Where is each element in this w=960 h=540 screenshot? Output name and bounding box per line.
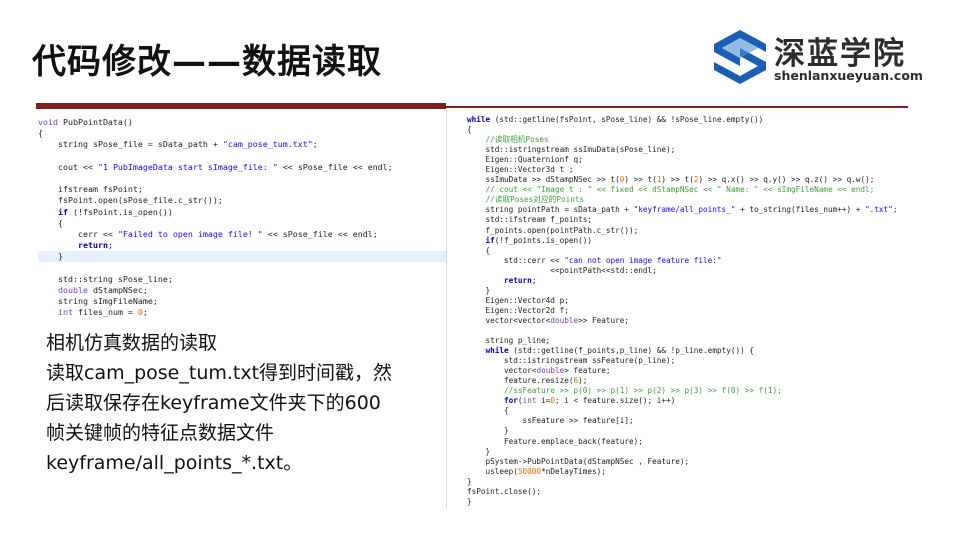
- left-code-line: string sPose_file = sData_path + "cam_po…: [38, 139, 318, 150]
- left-code-line: [38, 262, 446, 273]
- right-code-line: vector<double> feature;: [467, 366, 611, 376]
- right-code-line: std::istringstream ssFeature(p_line);: [467, 356, 676, 366]
- left-code-line: [38, 173, 446, 184]
- left-code-line: [38, 151, 446, 162]
- right-code-line: }: [467, 285, 491, 295]
- right-code-line: Feature.emplace_back(feature);: [467, 436, 643, 446]
- right-code-line: // cout << "Image t : " << fixed << dSta…: [485, 185, 875, 195]
- right-code-line: f_points.open(pointPath.c_str());: [467, 225, 639, 235]
- right-code-line: return;: [504, 275, 537, 285]
- left-code-line: fsPoint.open(sPose_file.c_str());: [38, 195, 223, 206]
- left-code-line: }: [38, 251, 446, 263]
- left-code-line: return;: [77, 240, 113, 251]
- slide-title: 代码修改——数据读取: [32, 42, 382, 82]
- left-code-line: ifstream fsPoint;: [38, 184, 143, 195]
- right-code-line: pSystem->PubPointData(dStampNSec , Featu…: [467, 456, 690, 466]
- right-code-line: }: [467, 446, 491, 456]
- right-code-line: if(!f_points.is_open()): [485, 235, 592, 245]
- left-code-line: cerr << "Failed to open image file! " <<…: [38, 228, 378, 239]
- right-code-line: Eigen::Vector2d f;: [467, 305, 569, 315]
- description-line: 相机仿真数据的读取: [46, 332, 218, 354]
- description-line: 后读取保存在keyframe文件夹下的600: [46, 392, 381, 414]
- right-code-line: std::cerr << "can not open image feature…: [467, 255, 722, 265]
- right-code-line: {: [467, 245, 491, 255]
- logo: 深蓝学院 shenlanxueyuan.com: [712, 28, 923, 90]
- header-divider: [36, 103, 908, 109]
- right-code-line: [467, 326, 937, 336]
- right-code-line: std::ifstream f_points;: [467, 215, 592, 225]
- right-code-line: for(int i=0; i < feature.size(); i++): [504, 396, 676, 406]
- left-code-line: {: [38, 128, 43, 139]
- left-code-block: void PubPointData(){ string sPose_file =…: [38, 117, 446, 318]
- left-code-line: string sImgFileName;: [38, 296, 158, 306]
- right-code-line: //读取相机Poses: [485, 135, 549, 145]
- right-code-line: //ssFeature >> p(0) >> p(1) >> p(2) >> p…: [504, 386, 782, 396]
- right-code-line: usleep(50000*nDelayTimes);: [467, 466, 606, 476]
- left-code-line: cout << "1 PubImageData start sImage_fil…: [38, 161, 393, 172]
- right-code-line: }: [467, 496, 472, 506]
- left-code-line: void PubPointData(): [38, 117, 133, 127]
- right-code-line: while (std::getline(fsPoint, sPose_line)…: [467, 115, 764, 124]
- right-code-line: string pointPath = sData_path + "keyfram…: [467, 205, 898, 215]
- right-code-line: while (std::getline(f_points,p_line) && …: [485, 346, 754, 356]
- right-code-block: while (std::getline(fsPoint, sPose_line)…: [467, 115, 937, 507]
- right-code-line: ssImuData >> dStampNSec >> t(0) >> t(1) …: [467, 175, 875, 185]
- right-code-line: Eigen::Vector3d t ;: [467, 165, 574, 175]
- right-code-line: <<pointPath<<std::endl;: [467, 265, 657, 275]
- left-code-line: int files_num = 0;: [57, 307, 148, 318]
- logo-url-text: shenlanxueyuan.com: [774, 68, 923, 83]
- right-code-line: {: [467, 406, 509, 416]
- description-line: 帧关键帧的特征点数据文件: [46, 422, 275, 444]
- right-code-line: std::istringstream ssImuData(sPose_line)…: [467, 145, 676, 155]
- left-code-line: double dStampNSec;: [57, 284, 148, 295]
- right-code-line: feature.resize(6);: [467, 376, 588, 386]
- right-code-line: ssFeature >> feature[i];: [467, 416, 634, 426]
- logo-chinese-text: 深蓝学院: [774, 36, 906, 72]
- logo-s-icon: [714, 30, 766, 84]
- right-code-line: vector<vector<double>> Feature;: [467, 315, 630, 325]
- right-code-line: //读取Poses对应的Points: [485, 195, 585, 205]
- description-text: 相机仿真数据的读取读取cam_pose_tum.txt得到时间戳，然 后读取保存在…: [46, 328, 456, 478]
- right-code-line: }: [467, 426, 509, 436]
- divider-thin: [446, 106, 908, 108]
- right-code-line: string p_line;: [467, 336, 551, 346]
- description-line: 读取cam_pose_tum.txt得到时间戳，然: [46, 362, 393, 384]
- left-code-line: {: [38, 217, 63, 228]
- divider-thick: [36, 103, 446, 109]
- description-line: keyframe/all_points_*.txt。: [46, 452, 303, 474]
- right-code-line: Eigen::Vector4d p;: [467, 295, 569, 305]
- right-code-line: {: [467, 125, 472, 135]
- left-code-line: std::string sPose_line;: [38, 273, 173, 284]
- right-code-line: fsPoint.close();: [467, 486, 542, 496]
- left-code-line: if (!fsPoint.is_open()): [57, 206, 173, 217]
- right-code-line: Eigen::Quaternionf q;: [467, 155, 583, 165]
- right-code-line: }: [467, 476, 472, 486]
